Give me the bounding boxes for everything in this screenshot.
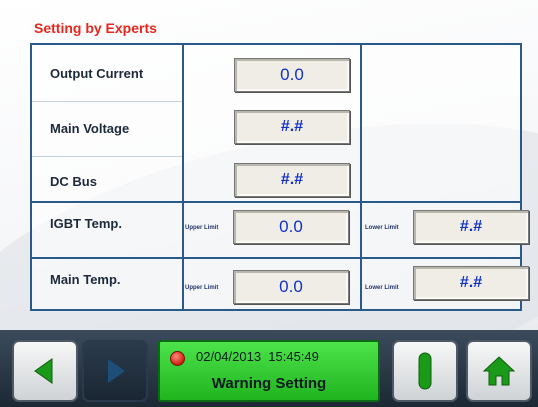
page-title: Setting by Experts bbox=[34, 20, 157, 36]
settings-panel: Output Current 0.0 Main Voltage #.# DC B… bbox=[30, 43, 529, 311]
main-temp-lower-limit-value[interactable]: #.# bbox=[413, 266, 529, 300]
row-label: DC Bus bbox=[50, 174, 97, 189]
bottom-bar: 02/04/2013 15:45:49 Warning Setting bbox=[0, 330, 538, 407]
lower-limit-label: Lower Limit bbox=[365, 225, 399, 231]
status-datetime: 02/04/2013 15:45:49 bbox=[196, 349, 319, 364]
row-label: IGBT Temp. bbox=[50, 215, 122, 231]
home-button[interactable] bbox=[466, 340, 532, 402]
main-voltage-value[interactable]: #.# bbox=[234, 110, 350, 144]
lower-limit-label: Lower Limit bbox=[365, 285, 399, 291]
row-output-current: Output Current 0.0 bbox=[32, 45, 520, 101]
home-icon bbox=[482, 356, 516, 386]
red-led-icon bbox=[170, 351, 185, 366]
left-arrow-icon bbox=[34, 358, 53, 384]
forward-button[interactable] bbox=[82, 340, 148, 402]
row-label: Output Current bbox=[50, 65, 144, 81]
row-label: Main Voltage bbox=[50, 121, 130, 136]
back-button[interactable] bbox=[12, 340, 78, 402]
status-panel: 02/04/2013 15:45:49 Warning Setting bbox=[158, 340, 380, 402]
right-arrow-icon bbox=[108, 359, 125, 383]
pill-stop-icon bbox=[418, 352, 432, 390]
main-temp-upper-limit-value[interactable]: 0.0 bbox=[233, 270, 349, 304]
igbt-lower-limit-value[interactable]: #.# bbox=[413, 210, 529, 244]
upper-limit-label: Upper Limit bbox=[185, 285, 219, 291]
stop-button[interactable] bbox=[392, 340, 458, 402]
igbt-upper-limit-value[interactable]: 0.0 bbox=[233, 210, 349, 244]
row-dc-bus: DC Bus #.# bbox=[32, 156, 520, 201]
row-label: Main Temp. bbox=[50, 271, 121, 287]
row-main-voltage: Main Voltage #.# bbox=[32, 101, 520, 156]
output-current-value[interactable]: 0.0 bbox=[234, 58, 350, 92]
dc-bus-value[interactable]: #.# bbox=[234, 163, 350, 197]
row-igbt-temp: IGBT Temp. Upper Limit 0.0 Lower Limit #… bbox=[32, 203, 529, 257]
row-main-temp: Main Temp. Upper Limit 0.0 Lower Limit #… bbox=[32, 259, 529, 309]
upper-limit-label: Upper Limit bbox=[185, 225, 219, 231]
status-text: Warning Setting bbox=[211, 375, 327, 392]
